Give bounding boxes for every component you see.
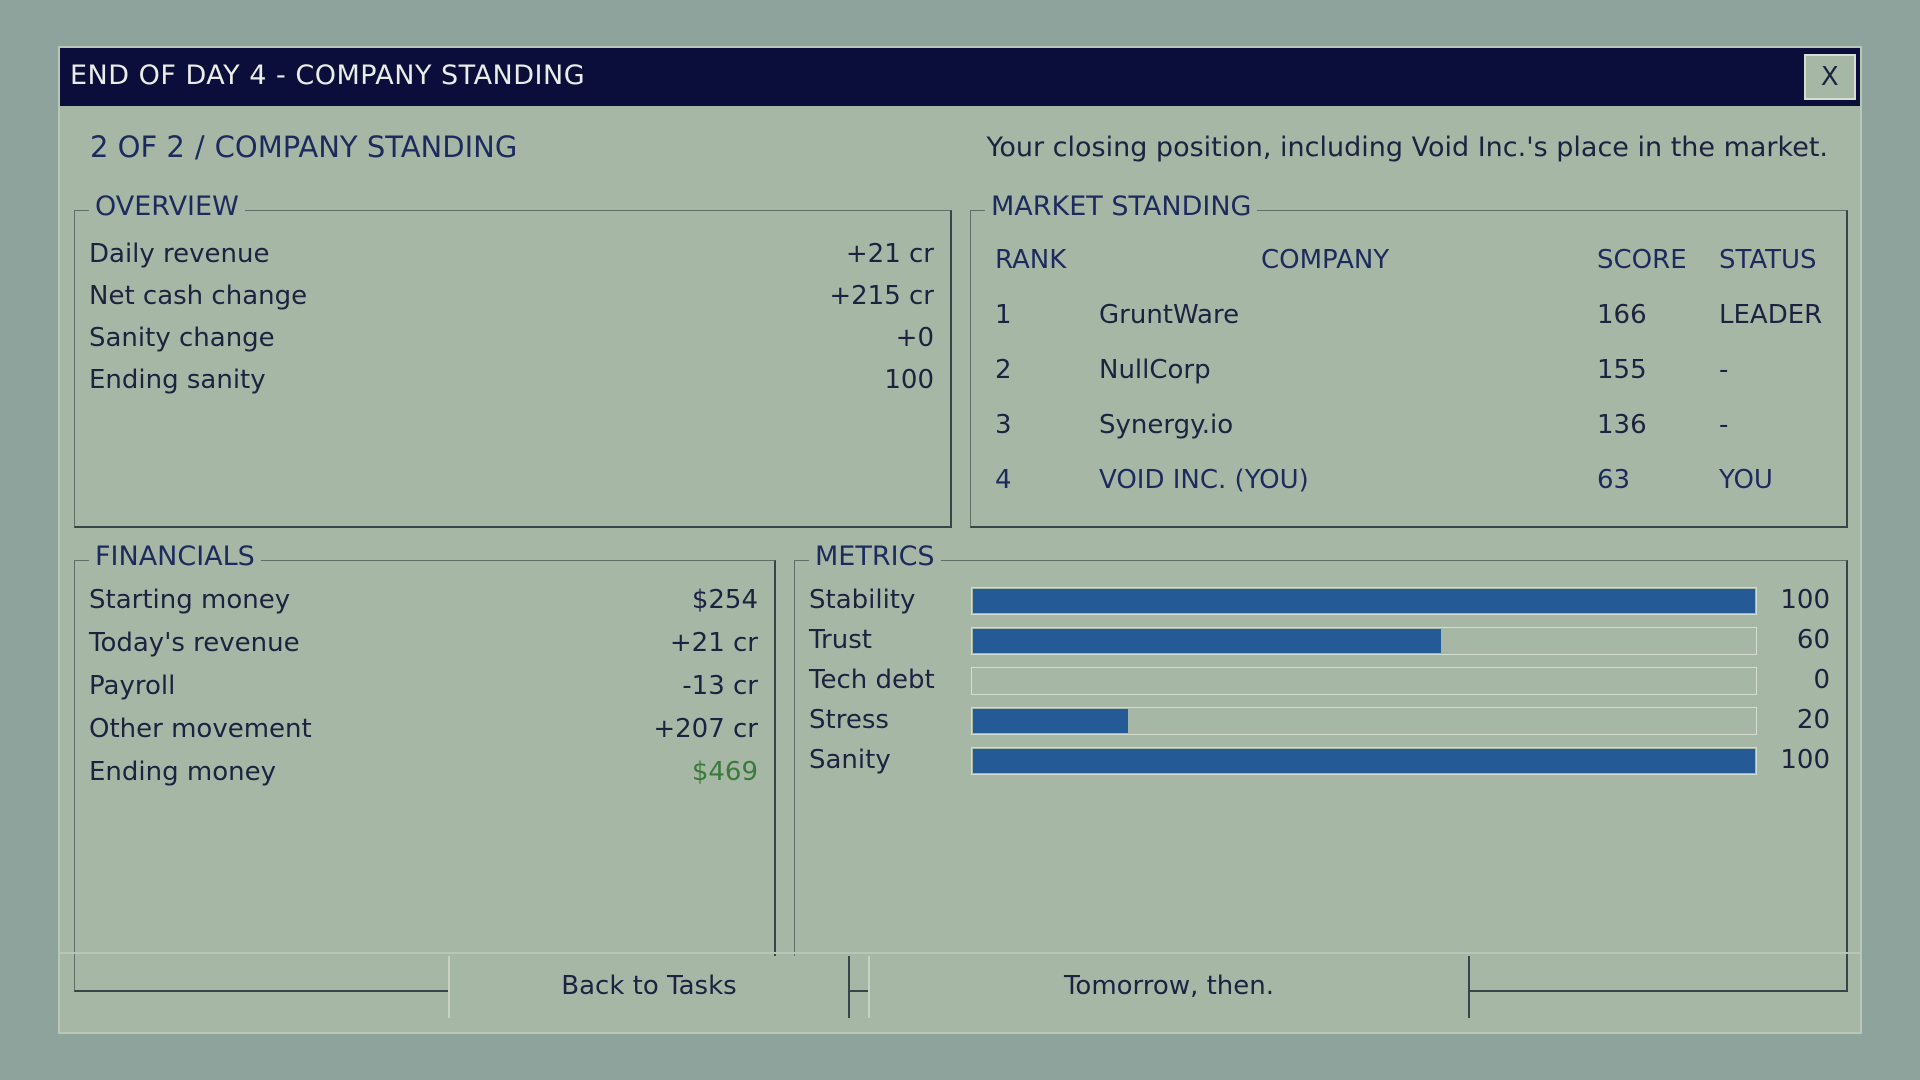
metric-bar-fill xyxy=(973,589,1755,613)
overview-title: OVERVIEW xyxy=(89,191,245,222)
score-header: SCORE xyxy=(1597,245,1687,275)
overview-label: Daily revenue xyxy=(89,239,270,269)
rank-cell: 2 xyxy=(995,355,1012,385)
metric-bar xyxy=(971,747,1757,775)
rank-header: RANK xyxy=(995,245,1067,275)
metric-value: 100 xyxy=(1780,585,1830,615)
footer-divider xyxy=(60,952,1860,954)
metric-label: Tech debt xyxy=(809,665,935,695)
status-header: STATUS xyxy=(1719,245,1817,275)
status-cell: YOU xyxy=(1719,465,1773,495)
market-standing-title: MARKET STANDING xyxy=(985,191,1258,222)
metric-bar xyxy=(971,667,1757,695)
overview-row: Daily revenue +21 cr xyxy=(89,239,934,275)
financials-row: Payroll -13 cr xyxy=(89,671,758,707)
company-cell: GruntWare xyxy=(1099,300,1240,330)
financials-row: Today's revenue +21 cr xyxy=(89,628,758,664)
overview-value: +0 xyxy=(895,323,934,353)
overview-panel: OVERVIEW Daily revenue +21 cr Net cash c… xyxy=(74,191,952,528)
rank-cell: 1 xyxy=(995,300,1012,330)
overview-label: Net cash change xyxy=(89,281,308,311)
financials-value: -13 cr xyxy=(682,671,758,701)
company-header: COMPANY xyxy=(1261,245,1390,275)
close-button[interactable]: X xyxy=(1804,54,1856,100)
step-indicator: 2 OF 2 xyxy=(90,130,185,164)
score-cell: 166 xyxy=(1597,300,1647,330)
financials-panel: FINANCIALS Starting money $254 Today's r… xyxy=(74,541,776,992)
ending-money-value: $469 xyxy=(691,757,758,787)
metric-label: Stability xyxy=(809,585,916,615)
metric-value: 0 xyxy=(1813,665,1830,695)
financials-row: Other movement +207 cr xyxy=(89,714,758,750)
overview-value: +215 cr xyxy=(829,281,934,311)
financials-label: Today's revenue xyxy=(89,628,300,658)
metric-bar xyxy=(971,627,1757,655)
score-cell: 63 xyxy=(1597,465,1631,495)
metric-bar-fill xyxy=(973,749,1755,773)
metrics-title: METRICS xyxy=(809,541,941,572)
company-cell: VOID INC. (YOU) xyxy=(1099,465,1309,495)
company-cell: Synergy.io xyxy=(1099,410,1234,440)
next-day-button[interactable]: Tomorrow, then. xyxy=(868,956,1470,1018)
status-cell: LEADER xyxy=(1719,300,1823,330)
financials-title: FINANCIALS xyxy=(89,541,261,572)
metric-label: Trust xyxy=(809,625,872,655)
financials-value: +207 cr xyxy=(653,714,758,744)
overview-value: +21 cr xyxy=(845,239,934,269)
metrics-panel: METRICS Stability 100 Trust 60 Tech debt… xyxy=(794,541,1848,992)
overview-label: Ending sanity xyxy=(89,365,266,395)
back-to-tasks-button[interactable]: Back to Tasks xyxy=(448,956,850,1018)
metric-bar-fill xyxy=(973,709,1128,733)
metric-value: 100 xyxy=(1780,745,1830,775)
financials-label: Ending money xyxy=(89,757,276,787)
company-cell: NullCorp xyxy=(1099,355,1211,385)
financials-label: Starting money xyxy=(89,585,291,615)
end-of-day-dialog: END OF DAY 4 - COMPANY STANDING X 2 OF 2… xyxy=(60,48,1860,1032)
financials-label: Other movement xyxy=(89,714,312,744)
page-subtitle: Your closing position, including Void In… xyxy=(986,132,1828,163)
metric-row: Sanity 100 xyxy=(795,745,1846,777)
metric-bar xyxy=(971,587,1757,615)
financials-row: Ending money $469 xyxy=(89,757,758,793)
score-cell: 136 xyxy=(1597,410,1647,440)
overview-row: Net cash change +215 cr xyxy=(89,281,934,317)
rank-cell: 4 xyxy=(995,465,1012,495)
metric-row: Tech debt 0 xyxy=(795,665,1846,697)
market-standing-panel: MARKET STANDING RANK COMPANY SCORE STATU… xyxy=(970,191,1848,528)
metric-row: Stress 20 xyxy=(795,705,1846,737)
overview-value: 100 xyxy=(884,365,934,395)
financials-value: +21 cr xyxy=(669,628,758,658)
metric-bar xyxy=(971,707,1757,735)
financials-value: $254 xyxy=(691,585,758,615)
rank-cell: 3 xyxy=(995,410,1012,440)
metric-label: Sanity xyxy=(809,745,891,775)
score-cell: 155 xyxy=(1597,355,1647,385)
title-bar: END OF DAY 4 - COMPANY STANDING X xyxy=(60,48,1860,106)
section-title: COMPANY STANDING xyxy=(214,130,518,164)
financials-label: Payroll xyxy=(89,671,176,701)
status-cell: - xyxy=(1719,355,1729,385)
heading-separator: / xyxy=(194,130,205,164)
metric-row: Stability 100 xyxy=(795,585,1846,617)
financials-row: Starting money $254 xyxy=(89,585,758,621)
metric-value: 20 xyxy=(1796,705,1830,735)
page-heading: 2 OF 2 / COMPANY STANDING xyxy=(90,130,517,164)
overview-row: Sanity change +0 xyxy=(89,323,934,359)
metric-value: 60 xyxy=(1796,625,1830,655)
metric-bar-fill xyxy=(973,629,1442,653)
overview-label: Sanity change xyxy=(89,323,275,353)
window-title: END OF DAY 4 - COMPANY STANDING xyxy=(70,60,586,91)
metric-row: Trust 60 xyxy=(795,625,1846,657)
status-cell: - xyxy=(1719,410,1729,440)
metric-label: Stress xyxy=(809,705,889,735)
overview-row: Ending sanity 100 xyxy=(89,365,934,401)
